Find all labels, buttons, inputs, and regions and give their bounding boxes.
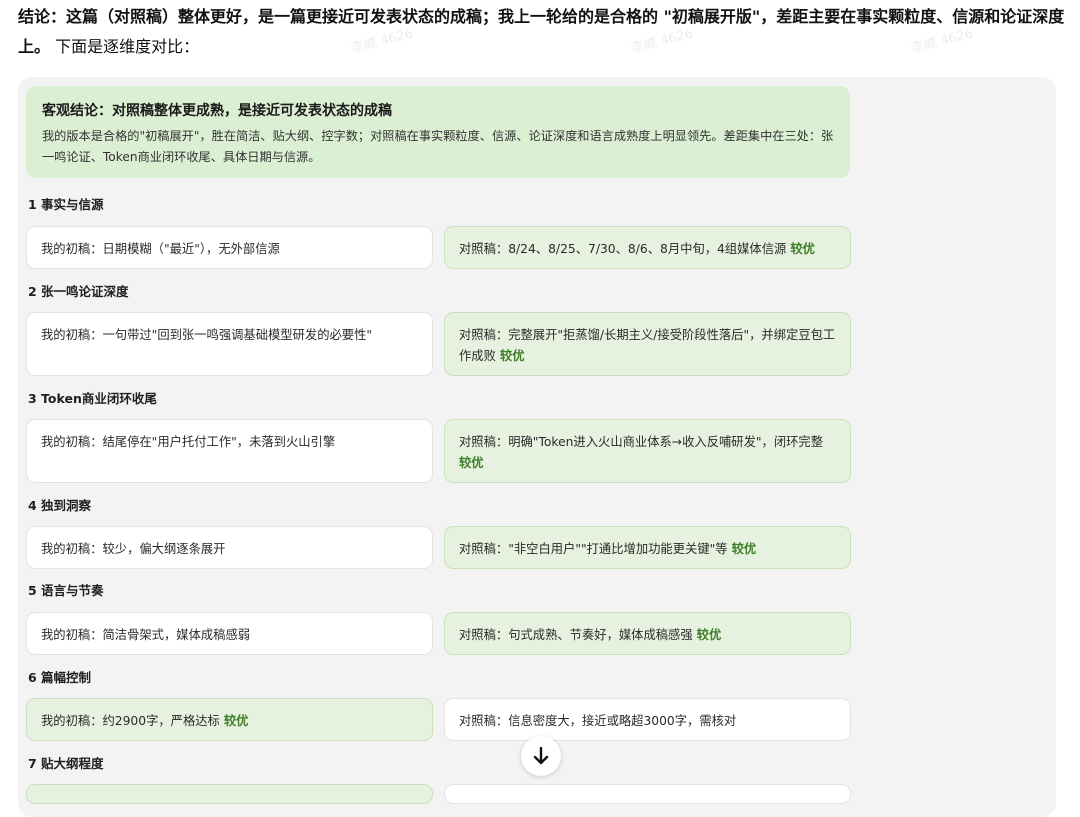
better-badge: 较优	[731, 542, 757, 556]
reference-card: 对照稿：信息密度大，接近或略超3000字，需核对	[444, 698, 851, 741]
draft-text: 我的初稿：简洁骨架式，媒体成稿感弱	[41, 628, 251, 642]
draft-text: 我的初稿：较少，偏大纲逐条展开	[41, 542, 226, 556]
reference-text: 对照稿：句式成熟、节奏好，媒体成稿感强	[459, 628, 693, 642]
reference-text: 对照稿：明确"Token进入火山商业体系→收入反哺研发"，闭环完整	[459, 435, 824, 449]
section-title: 7 贴大纲程度	[28, 756, 104, 771]
arrow-down-icon	[533, 747, 549, 765]
better-badge: 较优	[790, 242, 815, 256]
reference-text: 对照稿：信息密度大，接近或略超3000字，需核对	[459, 714, 737, 728]
draft-card: 我的初稿：一句带过"回到张一鸣强调基础模型研发的必要性"	[26, 312, 433, 376]
draft-card: 我的初稿：简洁骨架式，媒体成稿感弱	[26, 612, 433, 655]
reference-card: 对照稿：句式成熟、节奏好，媒体成稿感强 较优	[444, 612, 851, 655]
better-badge: 较优	[499, 349, 525, 363]
draft-text: 我的初稿：结尾停在"用户托付工作"，未落到火山引擎	[41, 435, 336, 449]
conclusion-rest: 下面是逐维度对比：	[50, 37, 200, 56]
better-badge: 较优	[696, 628, 722, 642]
summary-body: 我的版本是合格的"初稿展开"，胜在简洁、贴大纲、控字数；对照稿在事实颗粒度、信源…	[42, 129, 834, 164]
draft-card	[26, 784, 433, 804]
reference-card: 对照稿：明确"Token进入火山商业体系→收入反哺研发"，闭环完整 较优	[444, 419, 851, 483]
section-title: 6 篇幅控制	[28, 670, 92, 685]
summary-title: 客观结论：对照稿整体更成熟，是接近可发表状态的成稿	[42, 103, 392, 119]
draft-card: 我的初稿：结尾停在"用户托付工作"，未落到火山引擎	[26, 419, 433, 483]
section-title: 5 语言与节奏	[28, 583, 104, 598]
reference-card	[444, 784, 851, 804]
scroll-to-bottom-button[interactable]	[521, 736, 561, 776]
reference-card: 对照稿：完整展开"拒蒸馏/长期主义/接受阶段性落后"，并绑定豆包工作成败 较优	[444, 312, 851, 376]
better-badge: 较优	[459, 456, 484, 470]
draft-text: 我的初稿：日期模糊（"最近"），无外部信源	[41, 242, 280, 256]
reference-card: 对照稿：8/24、8/25、7/30、8/6、8月中旬，4组媒体信源 较优	[444, 226, 851, 269]
section-title: 1 事实与信源	[28, 197, 104, 212]
summary-box: 客观结论：对照稿整体更成熟，是接近可发表状态的成稿 我的版本是合格的"初稿展开"…	[26, 86, 850, 178]
reference-text: 对照稿：8/24、8/25、7/30、8/6、8月中旬，4组媒体信源	[459, 242, 787, 256]
draft-text: 我的初稿：约2900字，严格达标	[41, 714, 220, 728]
conclusion-paragraph: 结论：这篇（对照稿）整体更好，是一篇更接近可发表状态的成稿；我上一轮给的是合格的…	[18, 2, 1068, 62]
draft-card: 我的初稿：日期模糊（"最近"），无外部信源	[26, 226, 433, 269]
better-badge: 较优	[223, 714, 249, 728]
draft-card: 我的初稿：较少，偏大纲逐条展开	[26, 526, 433, 569]
section-title: 2 张一鸣论证深度	[28, 284, 129, 299]
reference-text: 对照稿："非空白用户""打通比增加功能更关键"等	[459, 542, 728, 556]
reference-card: 对照稿："非空白用户""打通比增加功能更关键"等 较优	[444, 526, 851, 569]
draft-text: 我的初稿：一句带过"回到张一鸣强调基础模型研发的必要性"	[41, 328, 373, 342]
section-title: 4 独到洞察	[28, 498, 92, 513]
draft-card: 我的初稿：约2900字，严格达标 较优	[26, 698, 433, 741]
section-title: 3 Token商业闭环收尾	[28, 391, 157, 406]
